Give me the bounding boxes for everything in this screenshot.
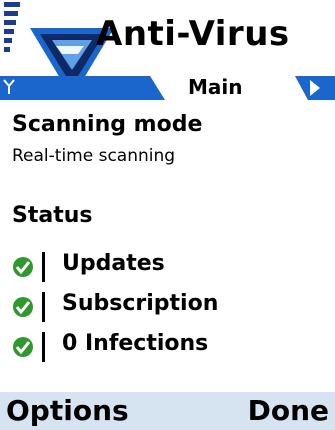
app-title: Anti-Virus (96, 14, 290, 54)
app-header: Anti-Virus Main (0, 0, 335, 108)
signal-strength-icon (4, 2, 20, 52)
status-label: Updates (62, 251, 165, 276)
scanning-mode-value[interactable]: Real-time scanning (12, 146, 175, 166)
check-icon (13, 337, 33, 357)
divider (42, 332, 45, 362)
divider (42, 292, 45, 322)
next-tab-arrow-icon[interactable] (298, 74, 332, 102)
status-item-infections[interactable]: 0 Infections (0, 328, 335, 368)
status-label: Subscription (62, 291, 219, 316)
scanning-mode-title: Scanning mode (12, 112, 203, 137)
check-icon (13, 257, 33, 277)
status-title: Status (12, 203, 93, 228)
status-item-subscription[interactable]: Subscription (0, 288, 335, 328)
divider (42, 252, 45, 282)
done-softkey[interactable]: Done (248, 394, 329, 427)
status-item-updates[interactable]: Updates (0, 248, 335, 288)
check-icon (13, 297, 33, 317)
tab-bar (0, 76, 335, 100)
options-softkey[interactable]: Options (6, 394, 129, 427)
tab-main[interactable]: Main (188, 75, 243, 99)
antenna-icon (3, 79, 15, 94)
status-label: 0 Infections (62, 331, 209, 356)
